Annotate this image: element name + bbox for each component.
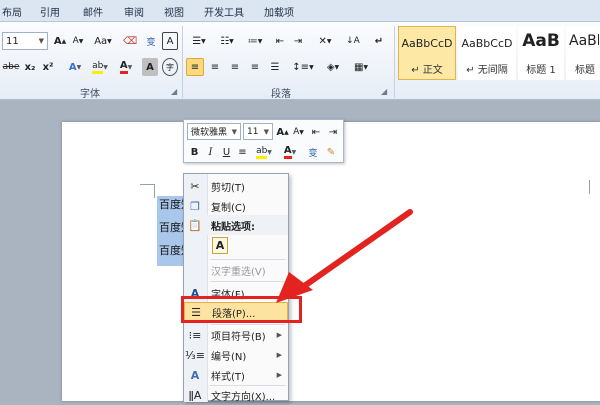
- arrow-shaft: [297, 209, 413, 292]
- annotation-arrow: [276, 209, 413, 303]
- arrow-head: [276, 272, 313, 303]
